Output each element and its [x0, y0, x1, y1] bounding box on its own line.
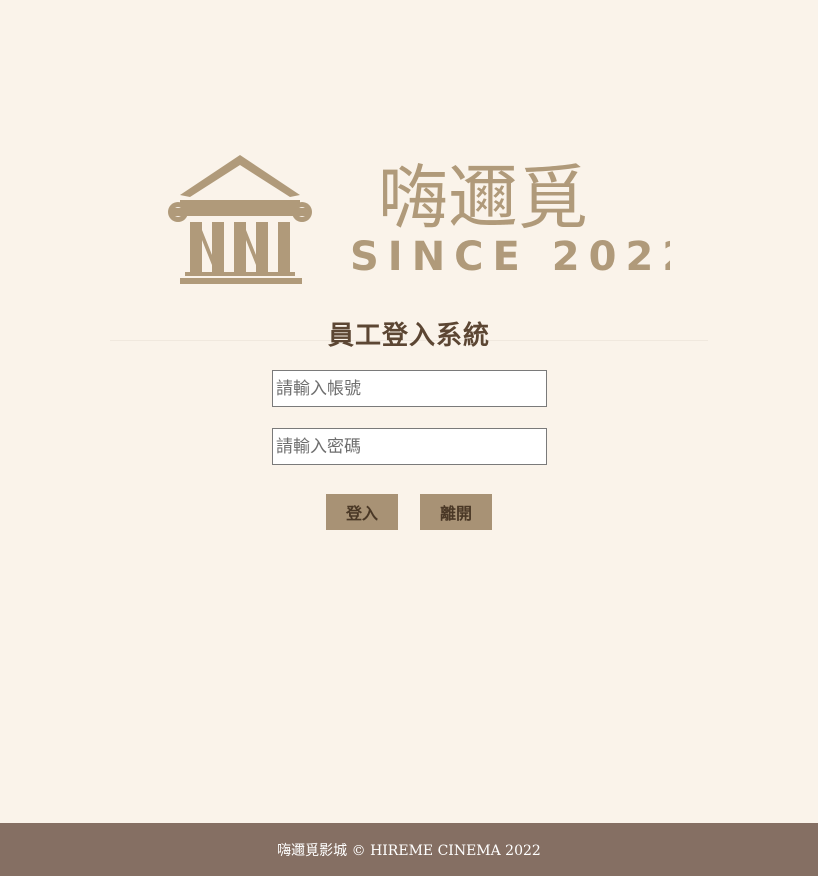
footer-copyright: 嗨邇覓影城 © HIREME CINEMA 2022	[277, 842, 541, 859]
leave-button[interactable]: 離開	[420, 494, 492, 530]
footer: 嗨邇覓影城 © HIREME CINEMA 2022	[0, 823, 818, 876]
page-title: 員工登入系統	[327, 321, 490, 351]
logo-since-text: SINCE 2022	[350, 234, 670, 280]
login-page: 嗨邇覓 SINCE 2022 員工登入系統 登入 離開 嗨邇覓影城 © HIRE…	[0, 0, 818, 876]
login-button[interactable]: 登入	[326, 494, 398, 530]
temple-logo-icon: 嗨邇覓 SINCE 2022	[168, 155, 670, 284]
username-input[interactable]	[272, 370, 547, 407]
password-input[interactable]	[272, 428, 547, 465]
brand-logo: 嗨邇覓 SINCE 2022	[150, 130, 670, 300]
logo-chinese-name: 嗨邇覓	[378, 157, 588, 239]
